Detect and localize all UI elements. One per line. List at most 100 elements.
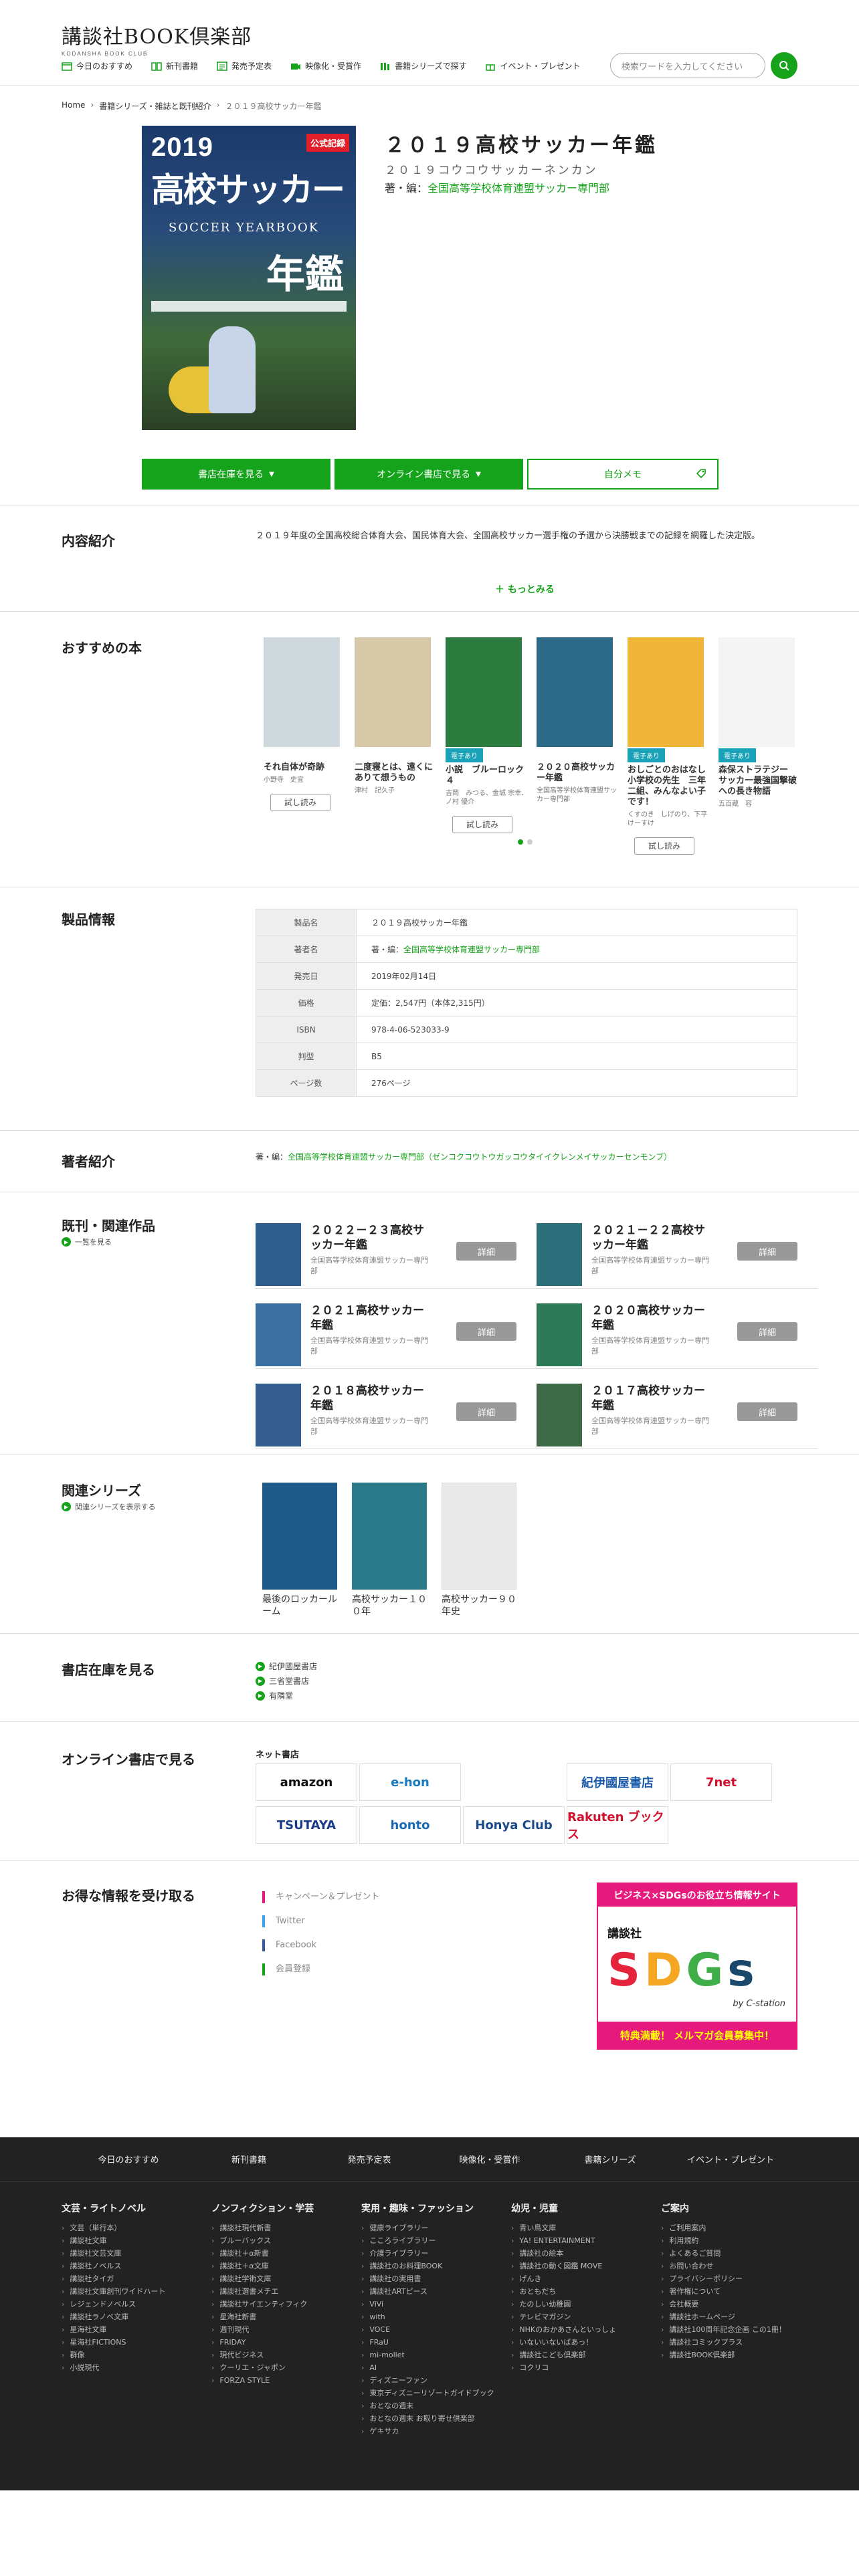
footer-link[interactable]: 講談社の動く図鑑 MOVE	[511, 2260, 661, 2272]
sdgs-banner[interactable]: ビジネス×SDGsのお役立ち情報サイト 講談社 SDGs by C-statio…	[597, 1883, 797, 2050]
detail-button[interactable]: 詳細	[737, 1322, 797, 1341]
related-title[interactable]: ２０１７高校サッカー年鑑	[591, 1384, 712, 1413]
book-title[interactable]: おしごとのおはなし 小学校の先生 三年二組、みんなよい子です！	[628, 765, 714, 808]
footer-link[interactable]: 講談社文庫創刊ワイドハート	[62, 2285, 211, 2298]
site-logo[interactable]: 講談社BOOK倶楽部 KODANSHA BOOK CLUB	[62, 20, 252, 57]
book-thumbnail[interactable]	[355, 637, 431, 747]
try-read-button[interactable]: 試し読み	[634, 837, 694, 855]
breadcrumb-series[interactable]: 書籍シリーズ・雑誌と既刊紹介	[99, 100, 211, 112]
author-link[interactable]: 全国高等学校体育連盟サッカー専門部（ゼンコクコウトウガッコウタイイクレンメイサッ…	[288, 1152, 672, 1162]
store-logo[interactable]: 紀伊國屋書店	[567, 1763, 668, 1801]
footer-link[interactable]: 講談社の実用書	[361, 2272, 511, 2285]
footer-link[interactable]: 講談社ラノベ文庫	[62, 2311, 211, 2323]
footer-link[interactable]: 文芸（単行本）	[62, 2222, 211, 2234]
store-link[interactable]: ▶ 紀伊國屋書店	[256, 1659, 317, 1674]
footer-link[interactable]: 講談社選書メチエ	[211, 2285, 361, 2298]
view-series-link[interactable]: ▶ 関連シリーズを表示する	[62, 1501, 155, 1512]
footer-link[interactable]: コクリコ	[511, 2361, 661, 2374]
book-thumbnail[interactable]	[719, 637, 795, 747]
carousel-dot[interactable]	[527, 839, 533, 845]
series-title[interactable]: 最後のロッカールーム	[262, 1594, 337, 1618]
facebook-link[interactable]: Facebook	[262, 1933, 379, 1957]
related-title[interactable]: ２０２１－２２高校サッカー年鑑	[591, 1223, 712, 1253]
related-item[interactable]: ２０２０高校サッカー年鑑 全国高等学校体育連盟サッカー専門部 詳細	[537, 1299, 818, 1369]
footer-nav-item[interactable]: 今日のおすすめ	[68, 2153, 189, 2165]
related-item[interactable]: ２０１８高校サッカー年鑑 全国高等学校体育連盟サッカー専門部 詳細	[256, 1380, 537, 1449]
footer-link[interactable]: 講談社タイガ	[62, 2272, 211, 2285]
footer-link[interactable]: VOCE	[361, 2323, 511, 2336]
book-title[interactable]: 小説 ブルーロック ４	[446, 765, 533, 786]
recommend-book[interactable]: 電子あり おしごとのおはなし 小学校の先生 三年二組、みんなよい子です！ くすのき …	[625, 637, 714, 855]
related-title[interactable]: ２０１８高校サッカー年鑑	[310, 1384, 431, 1413]
try-read-button[interactable]: 試し読み	[270, 794, 330, 811]
related-cover[interactable]	[256, 1223, 301, 1286]
recommend-book[interactable]: ２０２０高校サッカー年鑑 全国高等学校体育連盟サッカー専門部	[534, 637, 621, 855]
series-cover[interactable]	[352, 1483, 427, 1590]
footer-link[interactable]: クーリエ・ジャポン	[211, 2361, 361, 2374]
footer-link[interactable]: NHKのおかあさんといっしょ	[511, 2323, 661, 2336]
store-logo[interactable]: amazon	[256, 1763, 357, 1801]
footer-link[interactable]: 会社概要	[661, 2298, 811, 2311]
footer-link[interactable]: 講談社ホームページ	[661, 2311, 811, 2323]
series-title[interactable]: 高校サッカー９０年史	[442, 1594, 516, 1618]
footer-link[interactable]: 星海社FICTIONS	[62, 2336, 211, 2349]
footer-link[interactable]: 講談社＋α文庫	[211, 2260, 361, 2272]
footer-link[interactable]: 介護ライブラリー	[361, 2247, 511, 2260]
footer-link[interactable]: 講談社こども倶楽部	[511, 2349, 661, 2361]
footer-link[interactable]: げんき	[511, 2272, 661, 2285]
footer-link[interactable]: 群像	[62, 2349, 211, 2361]
related-cover[interactable]	[537, 1303, 582, 1366]
footer-link[interactable]: FORZA STYLE	[211, 2374, 361, 2387]
detail-button[interactable]: 詳細	[737, 1402, 797, 1421]
footer-link[interactable]: プライバシーポリシー	[661, 2272, 811, 2285]
related-title[interactable]: ２０２１高校サッカー年鑑	[310, 1303, 431, 1333]
book-title[interactable]: 森保ストラテジー サッカー最強国撃破への長き物語	[719, 765, 803, 797]
footer-link[interactable]: おとなの週末	[361, 2399, 511, 2412]
footer-link[interactable]: YA! ENTERTAINMENT	[511, 2234, 661, 2247]
book-thumbnail[interactable]	[264, 637, 340, 747]
footer-link[interactable]: 星海社文庫	[62, 2323, 211, 2336]
recommend-book[interactable]: 電子あり 小説 ブルーロック ４ 吉岡 みつる、金城 宗幸、ノ村 優介 試し読み	[443, 637, 533, 855]
recommend-book[interactable]: 二度寝とは、遠くにありて想うもの 津村 記久子	[352, 637, 439, 855]
campaign-link[interactable]: キャンペーン＆プレゼント	[262, 1885, 379, 1909]
footer-link[interactable]: 講談社文芸文庫	[62, 2247, 211, 2260]
footer-link[interactable]: 青い鳥文庫	[511, 2222, 661, 2234]
series-cover[interactable]	[262, 1483, 337, 1590]
store-logo[interactable]: honto	[359, 1806, 461, 1844]
store-logo[interactable]: Honya Club	[463, 1806, 565, 1844]
footer-link[interactable]: 講談社BOOK倶楽部	[661, 2349, 811, 2361]
twitter-link[interactable]: Twitter	[262, 1909, 379, 1933]
store-stock-button[interactable]: 書店在庫を見る ▼	[142, 459, 330, 490]
footer-link[interactable]: 星海社新書	[211, 2311, 361, 2323]
book-title[interactable]: 二度寝とは、遠くにありて想うもの	[355, 762, 439, 784]
recommend-book[interactable]: それ自体が奇跡 小野寺 史宜 試し読み	[261, 637, 348, 855]
store-link[interactable]: ▶ 三省堂書店	[256, 1674, 317, 1689]
series-item[interactable]: 最後のロッカールーム	[262, 1483, 337, 1618]
footer-link[interactable]: いないいないばあっ！	[511, 2336, 661, 2349]
spec-author-link[interactable]: 全国高等学校体育連盟サッカー専門部	[403, 945, 540, 954]
footer-link[interactable]: mi-mollet	[361, 2349, 511, 2361]
nav-media[interactable]: 映像化・受賞作	[290, 60, 361, 72]
footer-link[interactable]: AI	[361, 2361, 511, 2374]
carousel-dot[interactable]	[518, 839, 523, 845]
store-logo[interactable]: 7net	[670, 1763, 772, 1801]
footer-link[interactable]: たのしい幼稚園	[511, 2298, 661, 2311]
detail-button[interactable]: 詳細	[737, 1242, 797, 1261]
recommend-book[interactable]: 電子あり 森保ストラテジー サッカー最強国撃破への長き物語 五百蔵 容	[716, 637, 803, 855]
related-item[interactable]: ２０１７高校サッカー年鑑 全国高等学校体育連盟サッカー専門部 詳細	[537, 1380, 818, 1449]
related-cover[interactable]	[537, 1384, 582, 1446]
footer-link[interactable]: 講談社の絵本	[511, 2247, 661, 2260]
related-cover[interactable]	[256, 1303, 301, 1366]
footer-nav-item[interactable]: 新刊書籍	[189, 2153, 309, 2165]
footer-link[interactable]: 小説現代	[62, 2361, 211, 2374]
footer-link[interactable]: with	[361, 2311, 511, 2323]
footer-link[interactable]: 講談社現代新書	[211, 2222, 361, 2234]
footer-link[interactable]: おともだち	[511, 2285, 661, 2298]
footer-link[interactable]: 講談社＋α新書	[211, 2247, 361, 2260]
store-link[interactable]: ▶ 有隣堂	[256, 1689, 317, 1703]
footer-link[interactable]: ご利用案内	[661, 2222, 811, 2234]
book-thumbnail[interactable]	[537, 637, 613, 747]
online-store-button[interactable]: オンライン書店で見る ▼	[335, 459, 523, 490]
footer-link[interactable]: 講談社学術文庫	[211, 2272, 361, 2285]
nav-events[interactable]: イベント・プレゼント	[485, 60, 580, 72]
